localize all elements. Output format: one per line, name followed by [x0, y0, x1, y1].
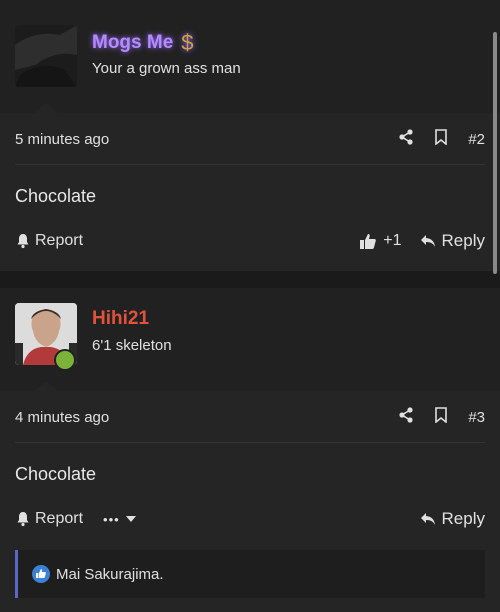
bookmark-icon[interactable] — [434, 407, 448, 427]
arrow-notch — [34, 381, 58, 391]
user-title: 6'1 skeleton — [92, 337, 172, 354]
username[interactable]: Mogs Me $ — [92, 30, 194, 56]
post-2: 5 minutes ago #2 Chocolate Report +1 Rep… — [0, 113, 500, 271]
user-title: Your a grown ass man — [92, 60, 241, 77]
avatar[interactable] — [15, 25, 77, 87]
bell-icon — [17, 512, 29, 527]
more-options-button[interactable]: ••• — [103, 512, 136, 527]
post-number[interactable]: #2 — [468, 131, 485, 148]
avatar-image — [15, 25, 77, 87]
post-content: Chocolate — [15, 464, 97, 484]
caret-down-icon — [125, 516, 136, 522]
reply-label: Reply — [441, 509, 485, 528]
reply-button[interactable]: Reply — [420, 231, 485, 251]
post-time[interactable]: 4 minutes ago — [15, 409, 398, 426]
post-3-user-header: Hihi21 6'1 skeleton — [0, 288, 500, 391]
report-label: Report — [35, 232, 84, 249]
reply-arrow-icon — [420, 513, 435, 525]
post-footer: Report ••• Reply — [0, 504, 500, 534]
post-2-user-header: Mogs Me $ Your a grown ass man — [0, 0, 500, 113]
post-meta: 4 minutes ago #3 — [0, 392, 500, 442]
like-button[interactable]: +1 — [359, 232, 402, 250]
online-status-indicator — [54, 349, 76, 371]
reply-label: Reply — [441, 231, 485, 250]
report-button[interactable]: Report — [15, 232, 83, 250]
post-3: 4 minutes ago #3 Chocolate Report ••• Re… — [0, 391, 500, 612]
bell-icon — [17, 234, 29, 249]
like-count: +1 — [383, 232, 402, 249]
reaction-user[interactable]: Mai Sakurajima. — [56, 566, 164, 583]
post-time[interactable]: 5 minutes ago — [15, 131, 398, 148]
like-badge-icon — [32, 565, 50, 583]
report-button[interactable]: Report — [15, 510, 83, 528]
more-dots: ••• — [103, 511, 120, 527]
dollar-icon: $ — [181, 30, 194, 55]
reaction-summary[interactable]: Mai Sakurajima. — [15, 550, 485, 598]
share-icon[interactable] — [398, 407, 414, 427]
arrow-notch — [34, 103, 58, 113]
reply-arrow-icon — [420, 235, 435, 247]
share-icon[interactable] — [398, 129, 414, 149]
username-text[interactable]: Mogs Me — [92, 32, 173, 54]
scrollbar[interactable] — [493, 32, 497, 274]
reply-button[interactable]: Reply — [420, 509, 485, 529]
divider — [15, 164, 485, 165]
post-footer: Report +1 Reply — [0, 226, 500, 256]
divider — [15, 442, 485, 443]
username[interactable]: Hihi21 — [92, 308, 149, 330]
post-meta: 5 minutes ago #2 — [0, 114, 500, 164]
post-content: Chocolate — [15, 186, 97, 206]
post-number[interactable]: #3 — [468, 409, 485, 426]
report-label: Report — [35, 510, 84, 527]
thumbs-up-icon — [360, 234, 377, 249]
bookmark-icon[interactable] — [434, 129, 448, 149]
